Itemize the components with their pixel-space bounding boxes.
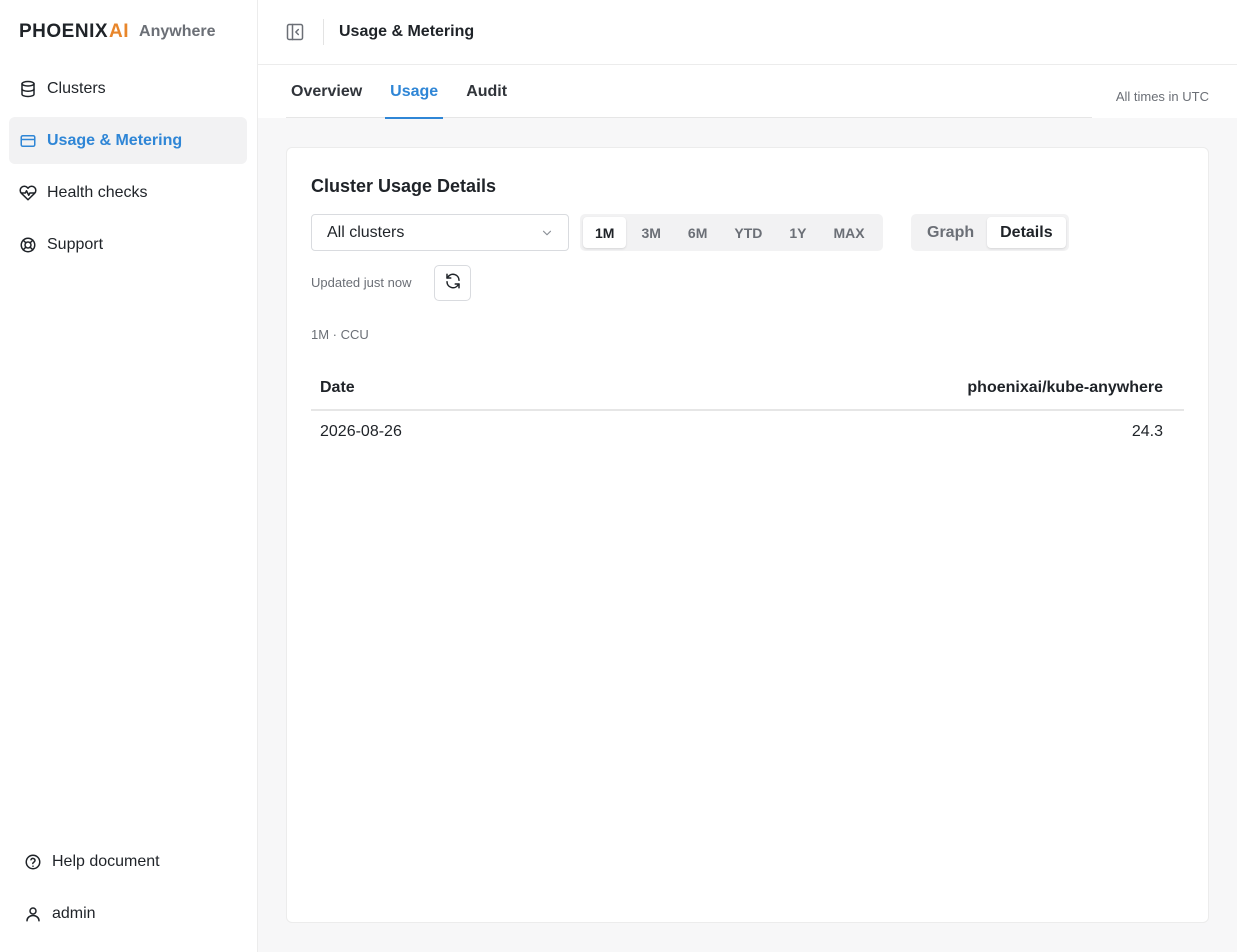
table-cell-date: 2026-08-26 <box>320 423 402 440</box>
sidebar-collapse-icon[interactable] <box>285 22 305 42</box>
top-bar: Usage & Metering <box>258 0 1237 65</box>
cluster-select-value: All clusters <box>327 223 405 241</box>
card-title: Cluster Usage Details <box>311 176 497 196</box>
sidebar-item-health-checks[interactable]: Health checks <box>9 169 247 216</box>
sidebar-item-label: admin <box>52 905 96 922</box>
cluster-select[interactable]: All clusters <box>311 214 569 251</box>
range-button-1y[interactable]: 1Y <box>777 217 818 248</box>
sidebar-bottom-nav: Help document admin <box>14 838 252 942</box>
user-icon <box>24 905 42 923</box>
brand-logo[interactable]: PHOENIX AI Anywhere <box>19 20 216 44</box>
time-range-selector: 1M 3M 6M YTD 1Y MAX <box>580 214 883 251</box>
range-button-max[interactable]: MAX <box>821 217 876 248</box>
range-button-1m[interactable]: 1M <box>583 217 627 248</box>
credit-card-icon <box>19 132 37 150</box>
range-button-ytd[interactable]: YTD <box>722 217 774 248</box>
range-button-3m[interactable]: 3M <box>629 217 672 248</box>
tabs: Overview Usage Audit <box>286 65 1092 119</box>
refresh-icon <box>444 272 462 295</box>
range-button-6m[interactable]: 6M <box>676 217 719 248</box>
main-content: Overview Usage Audit All times in UTC Cl… <box>258 65 1237 952</box>
header-divider <box>323 19 324 45</box>
table-row: 2026-08-26 24.3 <box>311 410 1184 453</box>
sidebar-item-label: Support <box>47 235 104 253</box>
sidebar-item-usage-metering[interactable]: Usage & Metering <box>9 117 247 164</box>
refresh-button[interactable] <box>434 265 471 301</box>
page-title: Usage & Metering <box>339 23 475 40</box>
sidebar-nav: Clusters Usage & Metering Health checks … <box>9 65 247 273</box>
column-header-date[interactable]: Date <box>311 366 579 411</box>
table-header-row: Date phoenixai/kube-anywhere <box>311 366 1184 411</box>
lifebuoy-icon <box>19 236 37 254</box>
usage-table: Date phoenixai/kube-anywhere 2026-08-26 … <box>311 366 1184 453</box>
sidebar-item-label: Clusters <box>47 79 106 97</box>
sidebar-item-admin[interactable]: admin <box>14 890 252 938</box>
logo-wordmark: PHOENIX AI <box>19 21 129 43</box>
view-button-graph[interactable]: Graph <box>914 217 987 248</box>
tab-overview[interactable]: Overview <box>286 65 367 118</box>
usage-details-card: Cluster Usage Details All clusters 1M 3M… <box>286 147 1209 923</box>
sidebar-item-label: Usage & Metering <box>47 131 183 149</box>
sidebar-item-label: Help document <box>52 853 160 870</box>
sidebar: PHOENIX AI Anywhere Clusters Usage & Mete… <box>0 0 258 952</box>
database-icon <box>19 80 37 98</box>
sidebar-item-support[interactable]: Support <box>9 221 247 268</box>
column-header-cluster[interactable]: phoenixai/kube-anywhere <box>578 366 1184 411</box>
table-cell-value: 24.3 <box>1131 423 1163 440</box>
timezone-note: All times in UTC <box>1115 89 1209 104</box>
sidebar-item-clusters[interactable]: Clusters <box>9 65 247 112</box>
sidebar-item-help-document[interactable]: Help document <box>14 838 252 886</box>
range-meta: 1M · CCU <box>311 327 369 342</box>
chevron-down-icon <box>540 226 554 240</box>
tab-usage[interactable]: Usage <box>385 65 444 119</box>
logo-suffix: Anywhere <box>139 23 216 40</box>
tab-audit[interactable]: Audit <box>461 65 512 118</box>
logo-wordmark-main: PHOENIX <box>19 21 109 42</box>
tabs-bar: Overview Usage Audit All times in UTC <box>258 65 1237 119</box>
heart-pulse-icon <box>19 184 37 202</box>
logo-wordmark-accent: AI <box>109 21 130 42</box>
sidebar-item-label: Health checks <box>47 183 148 201</box>
help-circle-icon <box>24 853 42 871</box>
updated-status: Updated just now <box>311 275 412 290</box>
view-button-details[interactable]: Details <box>987 217 1066 248</box>
view-mode-selector: Graph Details <box>911 214 1069 251</box>
